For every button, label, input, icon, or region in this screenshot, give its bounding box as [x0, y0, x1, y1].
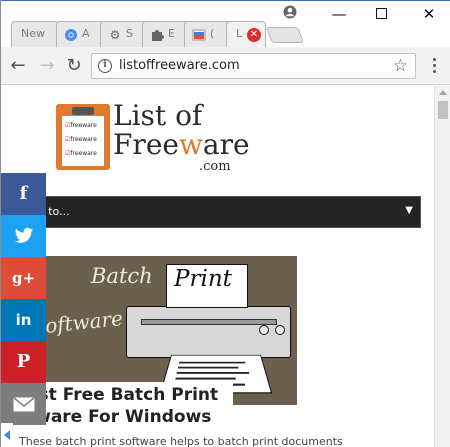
minimize-icon[interactable]: — [329, 5, 349, 23]
reload-icon[interactable]: ↻ [64, 56, 84, 76]
google-plus-icon[interactable]: g+ [1, 257, 46, 299]
clip-item: freeware [65, 136, 96, 143]
tab-settings[interactable]: ⚙ S [100, 21, 148, 49]
tab-label: A [82, 27, 90, 40]
tab-active[interactable]: L ✕ [226, 21, 266, 49]
printer-icon [126, 306, 291, 358]
linkedin-icon[interactable]: in [1, 299, 46, 341]
scrollbar[interactable] [434, 86, 450, 447]
chrome-icon [64, 28, 78, 42]
scroll-up-icon[interactable] [439, 90, 447, 95]
back-icon[interactable]: ← [8, 56, 28, 76]
window-close-icon[interactable]: ✕ [419, 5, 439, 23]
logo-line2: Freeware [113, 128, 250, 161]
page-content: freeware freeware freeware List of Freew… [1, 86, 434, 447]
close-icon[interactable]: ✕ [247, 28, 261, 42]
tab-strip: New A ⚙ S E ( L ✕ — ✕ [1, 0, 450, 49]
info-icon[interactable]: i [98, 59, 112, 73]
site-logo[interactable]: freeware freeware freeware List of Freew… [56, 96, 250, 181]
bookmark-star-icon[interactable]: ☆ [393, 56, 408, 76]
toolbar: ← → ↻ i listoffreeware.com ☆ [1, 47, 450, 85]
clip-item: freeware [65, 122, 96, 129]
color-icon [192, 28, 206, 42]
tab-label: E [168, 27, 175, 40]
collapse-share-bar-icon[interactable] [1, 423, 13, 447]
email-icon[interactable] [1, 383, 46, 425]
social-share-bar: f g+ in P [1, 173, 46, 425]
tab-label: S [126, 27, 133, 40]
url-text: listoffreeware.com [119, 58, 240, 73]
logo-suffix: .com [199, 159, 231, 174]
tab-color[interactable]: ( [184, 21, 232, 49]
image-text-software: oftware [43, 305, 124, 339]
tab-new[interactable]: New [11, 21, 59, 49]
clip-item: freeware [65, 150, 96, 157]
image-text-print: Print [174, 266, 232, 292]
address-bar[interactable]: i listoffreeware.com ☆ [91, 53, 416, 79]
maximize-icon[interactable] [371, 5, 391, 23]
puzzle-icon [150, 28, 164, 42]
pinterest-icon[interactable]: P [1, 341, 46, 383]
article-description: These batch print software helps to batc… [19, 435, 343, 447]
article-title[interactable]: est Free Batch Print tware For Windows [23, 382, 233, 430]
menu-icon[interactable] [428, 56, 440, 76]
dropdown-arrow-icon: ▼ [405, 205, 413, 216]
tab-extensions[interactable]: E [142, 21, 190, 49]
tab-label: ( [210, 27, 215, 40]
forward-icon[interactable]: → [37, 56, 57, 76]
browser-window: New A ⚙ S E ( L ✕ — ✕ ← → ↻ i listoffree… [0, 0, 450, 447]
new-tab-button[interactable] [266, 27, 304, 43]
goto-dropdown[interactable]: o to... ▼ [23, 196, 421, 228]
tab-chrome[interactable]: A [56, 21, 104, 49]
logo-line1: List of [113, 99, 203, 132]
gear-icon: ⚙ [109, 28, 121, 42]
image-text-batch: Batch [91, 264, 153, 288]
facebook-icon[interactable]: f [1, 173, 46, 215]
profile-icon[interactable] [283, 4, 297, 19]
tab-label: L [236, 27, 243, 40]
scroll-thumb[interactable] [438, 101, 448, 119]
twitter-icon[interactable] [1, 215, 46, 257]
tab-label: New [21, 27, 45, 40]
logo-text: List of Freeware [113, 101, 250, 159]
clipboard-icon: freeware freeware freeware [56, 104, 110, 170]
